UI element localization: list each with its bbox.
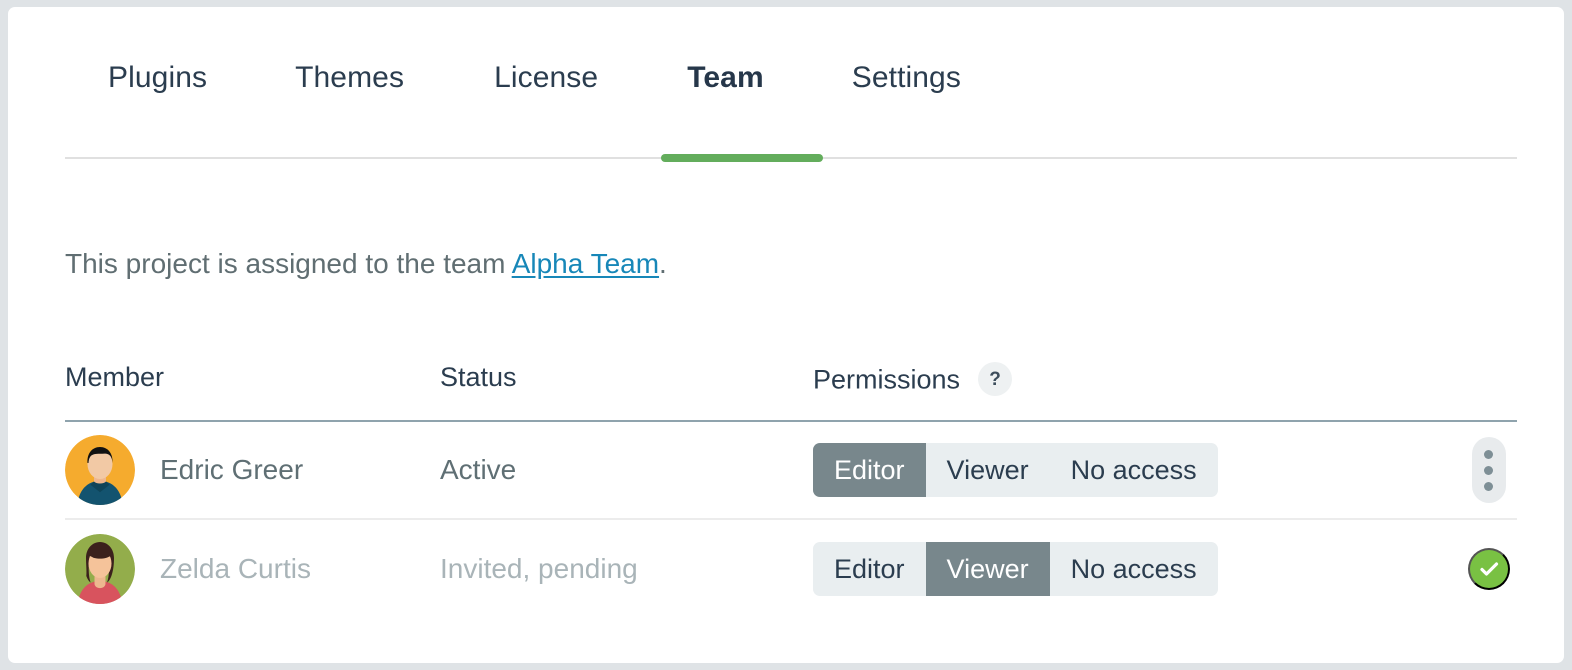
table-row: Zelda Curtis Invited, pending Editor Vie…: [65, 520, 1517, 618]
row-action-cell: [1460, 548, 1517, 590]
permission-option-editor[interactable]: Editor: [813, 443, 926, 497]
alpha-team-link[interactable]: Alpha Team: [512, 248, 659, 279]
settings-card: Plugins Themes License Team Settings Thi…: [8, 7, 1564, 663]
permissions-cell: Editor Viewer No access: [813, 542, 1218, 596]
avatar: [65, 534, 135, 604]
tab-license[interactable]: License: [494, 63, 598, 93]
status-cell: Active: [440, 455, 516, 485]
status-cell: Invited, pending: [440, 554, 638, 584]
tab-plugins[interactable]: Plugins: [108, 63, 207, 93]
column-header-member: Member: [65, 362, 165, 392]
kebab-dot: [1484, 449, 1493, 459]
status-text: Active: [440, 454, 517, 485]
permissions-cell: Editor Viewer No access: [813, 443, 1218, 497]
row-action-cell: [1460, 437, 1517, 503]
assignment-suffix: .: [659, 248, 667, 279]
column-header-permissions: Permissions?: [813, 362, 1013, 396]
tab-settings[interactable]: Settings: [852, 63, 961, 93]
member-name: Edric Greer: [160, 454, 304, 485]
tab-bar: Plugins Themes License Team Settings: [65, 63, 1517, 162]
permission-option-viewer[interactable]: Viewer: [926, 443, 1050, 497]
permission-option-no-access[interactable]: No access: [1050, 542, 1218, 596]
tab-themes[interactable]: Themes: [295, 63, 404, 93]
table-row: Edric Greer Active Editor Viewer No acce…: [65, 422, 1517, 520]
team-members-table: Member Status Permissions? Edric Greer A…: [65, 362, 1517, 618]
active-tab-indicator: [661, 154, 823, 162]
tab-team[interactable]: Team: [687, 63, 764, 93]
avatar: [65, 435, 135, 505]
member-name: Zelda Curtis: [160, 553, 311, 584]
permission-segmented-control: Editor Viewer No access: [813, 443, 1218, 497]
permission-option-editor[interactable]: Editor: [813, 542, 926, 596]
status-text: Invited, pending: [440, 553, 638, 584]
assignment-prefix: This project is assigned to the team: [65, 248, 512, 279]
member-cell: Zelda Curtis: [65, 534, 311, 604]
table-header-row: Member Status Permissions?: [65, 362, 1517, 422]
permission-segmented-control: Editor Viewer No access: [813, 542, 1218, 596]
member-cell: Edric Greer: [65, 435, 303, 505]
column-header-permissions-label: Permissions: [813, 364, 961, 395]
column-header-status: Status: [440, 362, 517, 392]
kebab-dot: [1484, 465, 1493, 475]
kebab-dot: [1484, 481, 1493, 491]
permission-option-viewer[interactable]: Viewer: [925, 542, 1050, 596]
kebab-menu-icon[interactable]: [1471, 437, 1506, 503]
check-circle-icon[interactable]: [1467, 548, 1510, 590]
permission-option-no-access[interactable]: No access: [1050, 443, 1218, 497]
app-page: Plugins Themes License Team Settings Thi…: [0, 0, 1572, 670]
tab-list: Plugins Themes License Team Settings: [65, 63, 1517, 155]
project-team-assignment-text: This project is assigned to the team Alp…: [65, 247, 667, 281]
question-mark-icon[interactable]: ?: [978, 362, 1013, 396]
